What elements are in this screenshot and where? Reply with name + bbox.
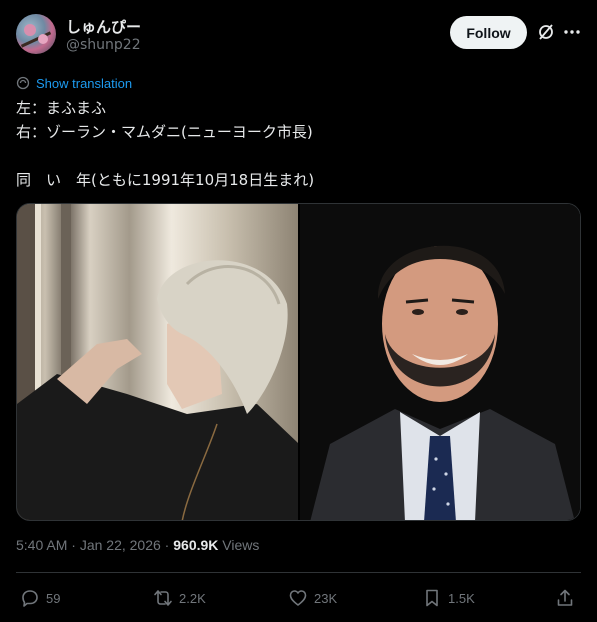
photo-right-illustration xyxy=(299,204,580,520)
author-display-name[interactable]: しゅんぴー xyxy=(66,16,141,37)
translate-row[interactable]: Show translation xyxy=(16,74,132,92)
views-count[interactable]: 960.9K xyxy=(173,537,218,553)
tweet-line: 同 い 年(ともに1991年10月18日生まれ) xyxy=(16,171,315,189)
bookmark-icon xyxy=(426,589,438,607)
repost-icon xyxy=(154,590,172,606)
tweet-line: 左：まふまふ xyxy=(16,99,107,117)
tweet-meta: 5:40 AM · Jan 22, 2026 · 960.9K Views xyxy=(16,537,259,553)
avatar[interactable] xyxy=(16,14,56,54)
bookmark-count: 1.5K xyxy=(448,590,475,606)
avatar-blossom xyxy=(24,24,36,36)
more-icon[interactable] xyxy=(562,22,582,42)
share-button[interactable] xyxy=(555,584,575,612)
divider xyxy=(16,572,581,573)
tweet-header: しゅんぴー @shunp22 Follow xyxy=(16,12,581,60)
tweet-text: 左：まふまふ 右：ゾーラン・マムダニ(ニューヨーク市長) 同 い 年(ともに19… xyxy=(16,96,581,192)
tweet-media[interactable] xyxy=(16,203,581,521)
tweet-line xyxy=(16,144,581,168)
grok-icon[interactable] xyxy=(536,22,556,42)
reply-icon xyxy=(22,590,38,607)
photo-right[interactable] xyxy=(297,204,580,520)
like-button[interactable]: 23K xyxy=(288,584,337,612)
meta-separator: · xyxy=(67,537,80,553)
translate-icon xyxy=(16,76,30,90)
reply-button[interactable]: 59 xyxy=(20,584,60,612)
like-count: 23K xyxy=(314,590,338,606)
heart-icon xyxy=(289,590,307,606)
avatar-blossom xyxy=(38,34,48,44)
views-label: Views xyxy=(218,537,260,553)
bookmark-button[interactable]: 1.5K xyxy=(422,584,475,612)
repost-count: 2.2K xyxy=(179,590,206,606)
tweet-line: 右：ゾーラン・マムダニ(ニューヨーク市長) xyxy=(16,123,313,141)
author-handle[interactable]: @shunp22 xyxy=(66,37,141,53)
show-translation-link[interactable]: Show translation xyxy=(36,76,132,91)
repost-button[interactable]: 2.2K xyxy=(153,584,206,612)
action-bar: 59 2.2K 23K 1.5K xyxy=(16,584,581,612)
photo-left-illustration xyxy=(17,204,298,520)
photo-left[interactable] xyxy=(17,204,298,520)
reply-count: 59 xyxy=(46,590,61,606)
tweet-time[interactable]: 5:40 AM xyxy=(16,537,67,553)
meta-separator: · xyxy=(160,537,174,553)
follow-button[interactable]: Follow xyxy=(450,16,527,49)
tweet-date[interactable]: Jan 22, 2026 xyxy=(80,537,161,553)
share-icon xyxy=(557,589,573,606)
